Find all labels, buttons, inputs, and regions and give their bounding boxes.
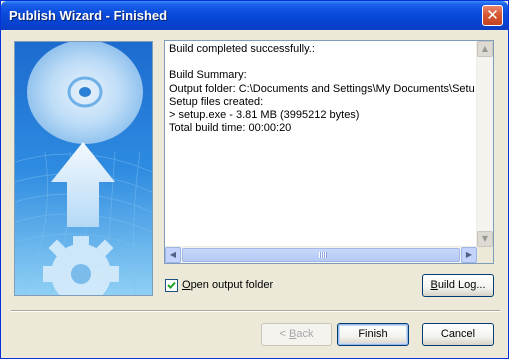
button-text: uild Log... (437, 279, 486, 291)
chevron-left-icon: ◀ (169, 250, 177, 259)
chevron-right-icon: ▶ (465, 250, 473, 259)
log-line: Build completed successfully.: (169, 43, 315, 55)
build-output-text: Build completed successfully.: Build Sum… (169, 43, 475, 243)
scroll-grip-icon (319, 252, 327, 258)
vertical-scrollbar[interactable]: ▲ ▼ (476, 41, 493, 247)
open-output-folder-checkbox[interactable] (165, 278, 178, 292)
window-title: Publish Wizard - Finished (9, 8, 168, 23)
finish-button[interactable]: Finish (337, 323, 409, 346)
log-line: Setup files created: (169, 95, 264, 108)
scroll-right-button[interactable]: ▶ (461, 247, 477, 263)
scrollbar-corner (477, 247, 493, 263)
accelerator-key: B (430, 279, 438, 291)
button-prefix: < (279, 328, 289, 340)
close-icon: ✕ (486, 6, 499, 24)
publish-illustration-icon (15, 42, 152, 295)
accelerator-key: O (182, 279, 191, 291)
label-text: pen output folder (190, 279, 274, 291)
scroll-up-button[interactable]: ▲ (477, 41, 493, 57)
chevron-down-icon: ▼ (481, 234, 489, 243)
checkmark-icon (167, 281, 176, 289)
log-line: Build Summary: (169, 69, 247, 82)
log-line: Output folder: C:\Documents and Settings… (169, 82, 475, 95)
wizard-side-art (14, 41, 153, 296)
open-output-folder-label: Open output folder (182, 279, 273, 291)
log-line: Total build time: 00:00:20 (169, 122, 292, 135)
publish-wizard-window: Publish Wizard - Finished ✕ Build comple… (0, 0, 509, 359)
build-output-textbox[interactable]: Build completed successfully.: Build Sum… (164, 40, 494, 264)
log-line: > setup.exe - 3.81 MB (3995212 bytes) (169, 108, 360, 121)
close-button[interactable]: ✕ (482, 5, 503, 26)
horizontal-scroll-thumb[interactable] (182, 248, 460, 262)
open-output-folder-option[interactable]: Open output folder (165, 277, 273, 293)
separator-line (11, 310, 500, 312)
scroll-left-button[interactable]: ◀ (165, 247, 181, 263)
chevron-up-icon: ▲ (481, 44, 489, 53)
scroll-down-button[interactable]: ▼ (477, 231, 493, 247)
back-button[interactable]: < Back (261, 323, 332, 346)
cancel-button[interactable]: Cancel (422, 323, 494, 346)
build-log-button[interactable]: Build Log... (422, 274, 494, 297)
title-bar[interactable]: Publish Wizard - Finished ✕ (1, 1, 508, 30)
button-text: ack (296, 328, 314, 340)
vertical-scroll-track[interactable] (477, 57, 493, 231)
horizontal-scrollbar[interactable]: ◀ ▶ (165, 246, 477, 263)
